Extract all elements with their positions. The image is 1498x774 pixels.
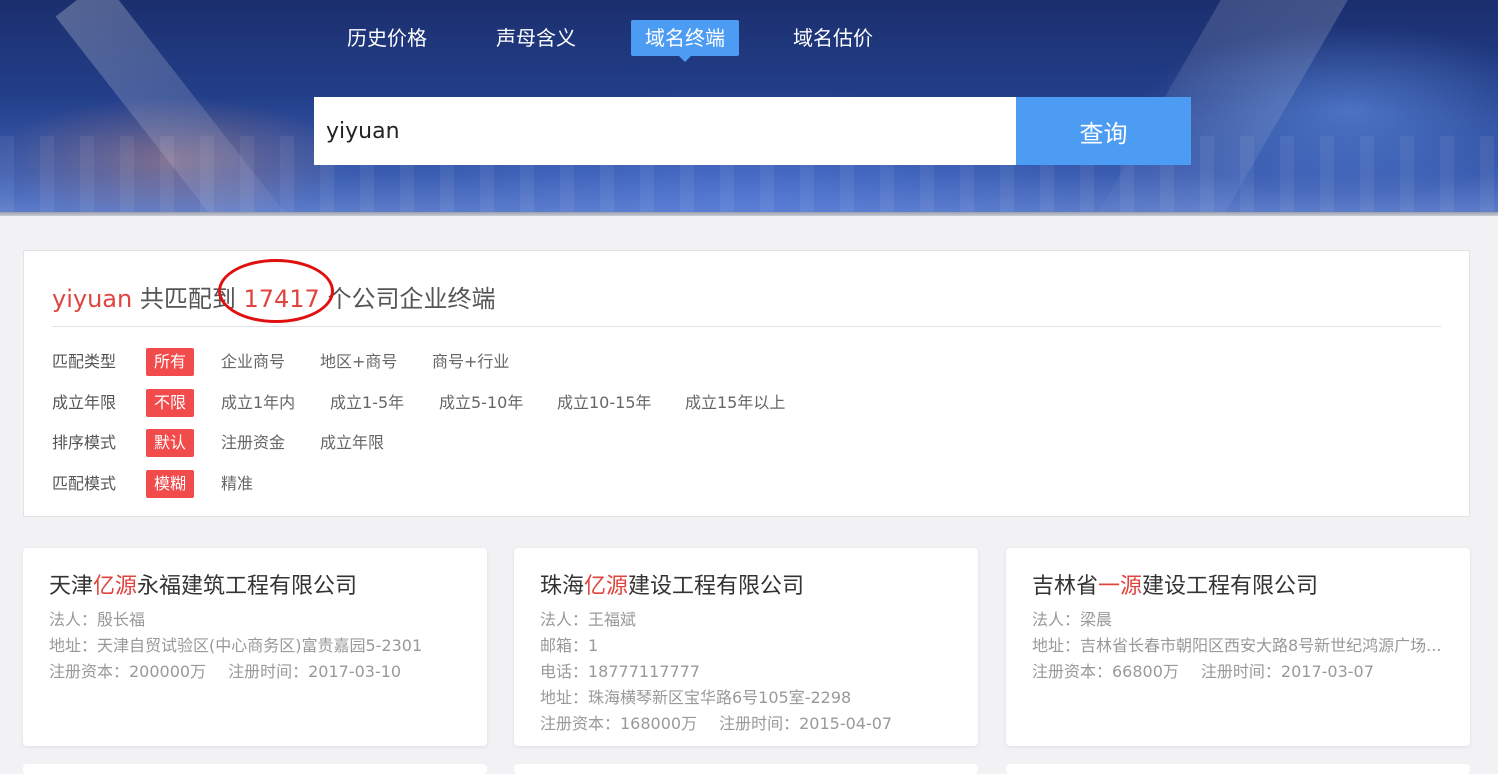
company-name-part: 珠海 [540,574,585,599]
tab-domain-terminal[interactable]: 域名终端 [631,20,739,62]
legal-person: 法人：梁晨 [1032,610,1113,629]
filter-option-founded-years[interactable]: 成立年限 [320,429,384,457]
header-banner: 历史价格 声母含义 域名终端 域名估价 查询 [0,0,1498,216]
search-button[interactable]: 查询 [1016,97,1191,165]
company-name[interactable]: 吉林省一源建设工程有限公司 [1032,568,1318,600]
next-card-edge [514,764,978,774]
company-address: 地址：天津自贸试验区(中心商务区)富贵嘉园5-2301 [49,636,423,655]
registration-date: 注册时间：2017-03-10 [228,662,402,681]
filter-label: 成立年限 [52,393,117,412]
company-name-match: 一源 [1098,574,1143,599]
tab-domain-valuation[interactable]: 域名估价 [793,20,873,56]
summary-suffix: 个公司企业终端 [319,285,496,313]
company-name[interactable]: 天津亿源永福建筑工程有限公司 [49,568,357,600]
tab-history-price[interactable]: 历史价格 [347,20,427,56]
filter-option-region-name[interactable]: 地区+商号 [320,348,397,376]
filter-option-company-name[interactable]: 企业商号 [221,348,285,376]
capital-and-date: 注册资本：66800万 注册时间：2017-03-07 [1032,658,1374,682]
search-input[interactable] [314,97,1016,165]
filter-option-registered-capital[interactable]: 注册资金 [221,429,285,457]
company-phone: 电话：18777117777 [540,662,700,681]
filter-option-name-industry[interactable]: 商号+行业 [432,348,509,376]
company-name-match: 亿源 [584,574,629,599]
filter-option-default[interactable]: 默认 [146,429,195,457]
company-name-part: 建设工程有限公司 [628,574,805,599]
filter-option-1-5-years[interactable]: 成立1-5年 [330,389,404,417]
tab-initial-meaning[interactable]: 声母含义 [496,20,576,56]
company-name-part: 天津 [49,574,94,599]
filter-option-10-15-years[interactable]: 成立10-15年 [557,389,652,417]
divider [52,326,1441,327]
registered-capital: 注册资本：66800万 [1032,662,1179,681]
company-name-match: 亿源 [93,574,138,599]
company-name-part: 永福建筑工程有限公司 [137,574,358,599]
capital-and-date: 注册资本：200000万 注册时间：2017-03-10 [49,658,401,682]
filter-option-fuzzy[interactable]: 模糊 [146,470,195,498]
registered-capital: 注册资本：200000万 [49,662,207,681]
company-email: 邮箱：1 [540,636,599,655]
next-card-edge [1006,764,1470,774]
company-name-part: 吉林省 [1032,574,1099,599]
company-name[interactable]: 珠海亿源建设工程有限公司 [540,568,804,600]
legal-person: 法人：殷长福 [49,610,146,629]
banner-bottom-edge [0,212,1498,216]
filter-option-all[interactable]: 所有 [146,348,195,376]
filter-panel: yiyuan 共匹配到 17417 个公司企业终端 匹配类型 所有 企业商号 地… [23,250,1470,517]
legal-person: 法人：王福斌 [540,610,637,629]
company-name-part: 建设工程有限公司 [1142,574,1319,599]
company-card[interactable]: 吉林省一源建设工程有限公司 法人：梁晨 地址：吉林省长春市朝阳区西安大路8号新世… [1006,548,1470,746]
registration-date: 注册时间：2015-04-07 [719,714,893,733]
filter-option-within-1-year[interactable]: 成立1年内 [221,389,295,417]
filter-label: 匹配类型 [52,352,117,371]
capital-and-date: 注册资本：168000万 注册时间：2015-04-07 [540,710,892,734]
filter-option-unlimited[interactable]: 不限 [146,389,195,417]
filter-option-5-10-years[interactable]: 成立5-10年 [439,389,523,417]
registered-capital: 注册资本：168000万 [540,714,698,733]
company-address: 地址：珠海横琴新区宝华路6号105室-2298 [540,688,852,707]
annotation-circle [218,259,334,323]
registration-date: 注册时间：2017-03-07 [1200,662,1374,681]
filter-option-exact[interactable]: 精准 [221,470,253,498]
company-address: 地址：吉林省长春市朝阳区西安大路8号新世纪鸿源广场... [1032,636,1442,655]
company-card[interactable]: 天津亿源永福建筑工程有限公司 法人：殷长福 地址：天津自贸试验区(中心商务区)富… [23,548,487,746]
filter-label: 排序模式 [52,433,117,452]
filter-label: 匹配模式 [52,474,117,493]
filter-option-over-15-years[interactable]: 成立15年以上 [685,389,785,417]
next-card-edge [23,764,487,774]
top-nav: 历史价格 声母含义 域名终端 域名估价 [0,20,1498,62]
company-card[interactable]: 珠海亿源建设工程有限公司 法人：王福斌 邮箱：1 电话：18777117777 … [514,548,978,746]
summary-keyword: yiyuan [52,285,133,313]
